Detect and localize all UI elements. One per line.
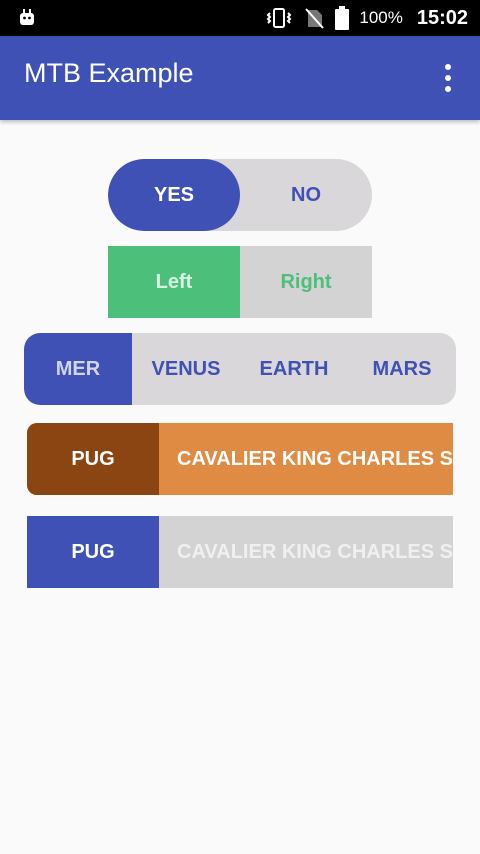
app-title: MTB Example [24,58,194,88]
yes-no-toggle: YES NO [108,159,372,231]
planet-mars[interactable]: MARS [348,333,456,405]
android-icon [20,9,34,25]
status-bar: 100% 15:02 [0,0,480,36]
app-bar: MTB Example [0,36,480,120]
right-option[interactable]: Right [240,246,372,318]
dog-cavalier[interactable]: CAVALIER KING CHARLES SP [159,423,453,495]
planet-mer[interactable]: MER [24,333,132,405]
no-signal-icon [303,7,325,29]
clock: 15:02 [416,6,468,29]
planet-earth[interactable]: EARTH [240,333,348,405]
dog-selector-orange: PUG CAVALIER KING CHARLES SP [27,423,453,495]
dog-cavalier[interactable]: CAVALIER KING CHARLES SP [159,516,453,588]
dog-pug[interactable]: PUG [27,423,159,495]
battery-level: 100% [359,8,403,27]
planet-venus[interactable]: VENUS [132,333,240,405]
left-option[interactable]: Left [108,246,240,318]
no-option[interactable]: NO [240,159,372,231]
yes-option[interactable]: YES [108,159,240,231]
battery-icon [335,6,350,30]
left-right-toggle: Left Right [108,246,372,318]
overflow-menu-icon[interactable] [436,64,460,92]
dog-selector-blue: PUG CAVALIER KING CHARLES SP [27,516,453,588]
dog-pug[interactable]: PUG [27,516,159,588]
planet-selector: MER VENUS EARTH MARS [24,333,456,405]
vibrate-icon [265,7,293,29]
